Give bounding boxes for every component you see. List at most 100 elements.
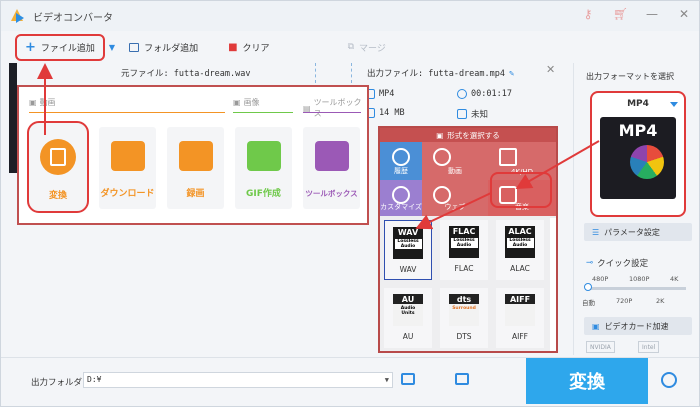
format-header-icon: ▣ bbox=[436, 130, 444, 140]
gpu-acceleration-button[interactable]: ▣ ビデオカード加速 bbox=[584, 317, 692, 335]
category-customize[interactable]: カスタマイズ bbox=[380, 180, 422, 216]
app-title: ビデオコンバータ bbox=[33, 12, 113, 24]
section-image-line bbox=[233, 112, 293, 113]
download-tile[interactable]: ダウンロード bbox=[99, 127, 156, 209]
tick-2k: 2K bbox=[656, 297, 665, 305]
format-scrollbar[interactable] bbox=[550, 218, 556, 351]
clock-icon bbox=[457, 89, 467, 99]
aiff-tag: AIFF bbox=[505, 294, 535, 304]
format-wav[interactable]: WAV Lossless Audio WAV bbox=[384, 220, 432, 280]
output-folder-input[interactable]: D:¥ ▼ bbox=[83, 372, 393, 388]
format-aiff[interactable]: AIFF AIFF bbox=[496, 288, 544, 348]
duration-value: 00:01:17 bbox=[471, 89, 512, 99]
mp4-format-image: MP4 bbox=[600, 117, 676, 199]
format-alac[interactable]: ALAC Lossless Audio ALAC bbox=[496, 220, 544, 280]
convert-button-label: 変換 bbox=[569, 372, 605, 393]
play-icon bbox=[432, 148, 451, 166]
remove-file-icon[interactable]: ✕ bbox=[546, 63, 555, 76]
download-tile-label: ダウンロード bbox=[100, 189, 155, 199]
au-format-icon: AU Audio Units bbox=[393, 294, 423, 326]
add-folder-label: フォルダ追加 bbox=[144, 43, 199, 54]
close-window-button[interactable]: ✕ bbox=[677, 7, 691, 21]
wav-tag: WAV bbox=[397, 228, 419, 237]
toolbox-tile[interactable]: ツールボックス bbox=[303, 127, 360, 209]
title-bar: ビデオコンバータ ⚷ 🛒︎ — ✕ bbox=[1, 1, 699, 31]
output-path: D:¥ bbox=[87, 375, 102, 384]
quality-slider-track[interactable] bbox=[586, 287, 686, 290]
plus-icon: + bbox=[25, 39, 36, 55]
dts-sub: Surround bbox=[452, 306, 476, 311]
section-video: ▣ 動画 bbox=[29, 97, 56, 108]
key-icon[interactable]: ⚷ bbox=[581, 7, 595, 21]
tick-4k: 4K bbox=[670, 275, 679, 283]
aiff-name: AIFF bbox=[512, 332, 528, 341]
category-history-label: 履歴 bbox=[394, 167, 408, 175]
record-tile[interactable]: 録画 bbox=[167, 127, 224, 209]
aiff-format-icon: AIFF bbox=[505, 294, 535, 326]
function-menu: ▣ 動画 ▣ 画像 ▤ ツールボックス 変換 ダウンロード 録画 GIF作成 ツ… bbox=[17, 85, 369, 225]
quick-settings-icon: ⊸ bbox=[586, 258, 594, 268]
4k-icon bbox=[499, 148, 518, 166]
quality-slider-knob[interactable] bbox=[584, 283, 592, 291]
folder-icon bbox=[129, 42, 140, 52]
chevron-down-icon[interactable]: ▼ bbox=[385, 373, 389, 387]
dts-format-icon: dts Surround bbox=[449, 294, 479, 326]
balloon-icon bbox=[630, 145, 664, 179]
resolution-value: 未知 bbox=[471, 110, 489, 120]
gpu-acceleration-label: ビデオカード加速 bbox=[604, 321, 669, 331]
wav-format-icon: WAV Lossless Audio bbox=[393, 227, 423, 259]
format-au[interactable]: AU Audio Units AU bbox=[384, 288, 432, 348]
dts-tag: dts bbox=[449, 294, 479, 304]
category-video[interactable]: 動画 bbox=[422, 142, 488, 180]
toolbox-tile-label: ツールボックス bbox=[305, 189, 358, 198]
toolbox-icon bbox=[314, 141, 349, 171]
image-section-icon: ▣ bbox=[233, 98, 241, 107]
video-thumbnail[interactable] bbox=[9, 63, 17, 173]
duration-info: 00:01:17 bbox=[457, 89, 512, 99]
open-output-icon[interactable] bbox=[455, 373, 469, 385]
section-toolbox-label: ツールボックス bbox=[313, 98, 362, 118]
flac-name: FLAC bbox=[454, 264, 474, 273]
add-folder-button[interactable]: フォルダ追加 bbox=[129, 41, 198, 54]
cart-icon[interactable]: 🛒︎ bbox=[613, 7, 628, 21]
gif-tile[interactable]: GIF作成 bbox=[235, 127, 292, 209]
film-icon bbox=[40, 139, 76, 175]
au-tag: AU bbox=[393, 294, 423, 304]
image-icon bbox=[246, 141, 281, 171]
edit-pen-icon[interactable]: ✎ bbox=[509, 69, 514, 79]
divider bbox=[315, 63, 316, 83]
format-dts[interactable]: dts Surround DTS bbox=[440, 288, 488, 348]
merge-label: マージ bbox=[359, 43, 386, 54]
parameter-settings-label: パラメータ設定 bbox=[604, 227, 660, 237]
resolution-icon bbox=[457, 109, 467, 119]
add-file-dropdown-icon[interactable]: ▼ bbox=[109, 43, 115, 52]
browse-folder-icon[interactable] bbox=[401, 373, 415, 385]
category-web[interactable]: ウェブ bbox=[422, 180, 488, 216]
section-image-label: 画像 bbox=[243, 98, 260, 107]
app-logo-icon bbox=[11, 9, 25, 23]
wav-sub: Lossless Audio bbox=[394, 239, 422, 249]
alarm-clock-icon[interactable] bbox=[661, 372, 677, 388]
resolution-info: 未知 bbox=[457, 108, 488, 120]
section-toolbox-line bbox=[303, 112, 361, 113]
format-flac[interactable]: FLAC Lossless Audio FLAC bbox=[440, 220, 488, 280]
section-video-line bbox=[29, 112, 225, 113]
category-history[interactable]: 履歴 bbox=[380, 142, 422, 180]
wav-name: WAV bbox=[399, 265, 417, 274]
convert-tile[interactable]: 変換 bbox=[27, 121, 89, 213]
video-section-icon: ▣ bbox=[29, 98, 37, 107]
alac-name: ALAC bbox=[510, 264, 530, 273]
alac-sub: Lossless Audio bbox=[506, 238, 534, 248]
convert-button[interactable]: 変換 bbox=[526, 358, 648, 404]
clear-button[interactable]: ■ クリア bbox=[228, 41, 269, 54]
merge-button[interactable]: ⧉ マージ bbox=[348, 41, 386, 54]
output-file-name: 出力ファイル: futta-dream.mp4 bbox=[367, 69, 505, 79]
format-selector: ▣ 形式を選択する 履歴 動画 4K/HD カスタマイズ ウェブ 音楽 WAV … bbox=[378, 126, 558, 353]
parameter-settings-button[interactable]: ☰ パラメータ設定 bbox=[584, 223, 692, 241]
output-format-selector[interactable]: MP4 MP4 bbox=[590, 91, 686, 217]
tick-auto: 自動 bbox=[582, 299, 595, 307]
add-file-button[interactable]: + ファイル追加 bbox=[15, 33, 105, 61]
intel-chip: Intel bbox=[638, 341, 660, 353]
minimize-button[interactable]: — bbox=[645, 7, 659, 21]
au-sub: Audio Units bbox=[400, 306, 416, 316]
